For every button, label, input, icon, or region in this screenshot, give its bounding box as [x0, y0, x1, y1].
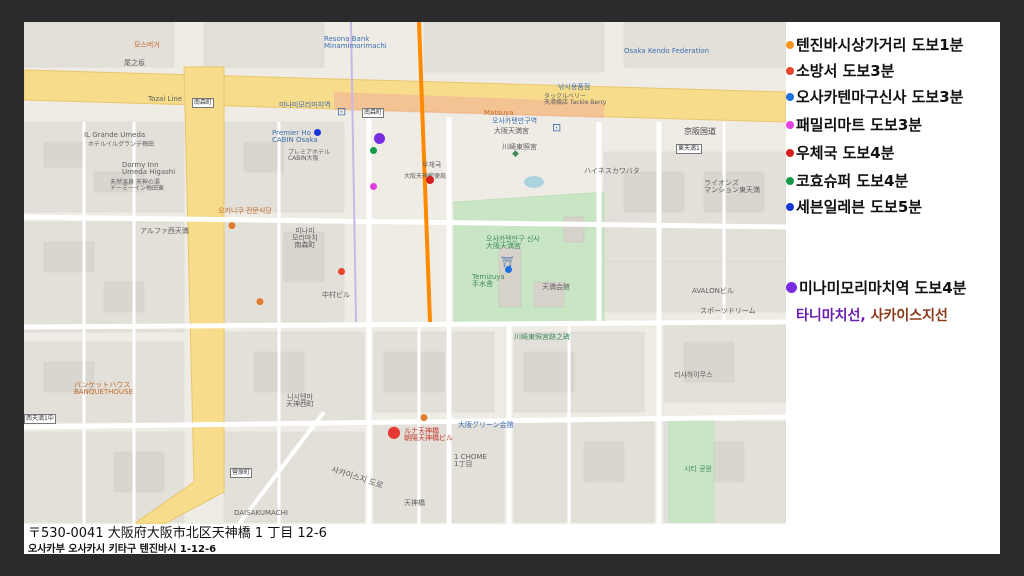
poi-avalon: AVALONビル — [692, 287, 734, 295]
legend-item-shopping-street: 텐진바시상가거리 도보1분 — [786, 34, 963, 55]
poi-osaka-tenmangu-shrine[interactable]: 오사카텐만구 신사 大阪天満宮 — [486, 236, 540, 250]
poi-post-office-jp: 大阪天神郵便局 — [404, 173, 447, 180]
legend-text: 오사카텐마구신사 도보3분 — [796, 88, 964, 106]
legend-text: 미나미모리마치역 도보4분 — [799, 279, 967, 297]
legend-dot-blue — [786, 92, 794, 101]
target-location-pin-icon[interactable]: ● — [387, 424, 401, 440]
poi-okuni[interactable]: 오키니쿠 전문식당 — [218, 208, 272, 215]
poi-post-office[interactable]: 우체국 — [422, 162, 441, 169]
legend-dot-purple — [786, 282, 797, 293]
poi-temizuya[interactable]: Temizuya 手水舎 — [472, 274, 505, 288]
poi-dormy-inn[interactable]: Dormy Inn Umeda Higashi — [122, 162, 175, 176]
label-daisakumachi: DAISAKUMACHI — [234, 509, 288, 517]
legend-text: 세븐일레븐 도보5분 — [796, 198, 923, 216]
legend-text: 우체국 도보4분 — [796, 144, 895, 162]
label-target-building[interactable]: ルナ天神橋 朝陽天神橋ビル — [404, 428, 453, 442]
poi-alpha: アルファ西天満 — [140, 227, 189, 235]
map-frame: 모스버거 Resona Bank Minamimorimachi Osaka K… — [24, 22, 1000, 554]
poi-green-kaikan: 大阪グリーン会館 — [458, 421, 514, 429]
marker-seven-eleven[interactable] — [314, 129, 321, 136]
legend-dot-green — [786, 176, 794, 185]
poi-dormy-inn-jp: 天然温泉 天神の湯 ドーミーイン梅田東 — [110, 179, 165, 192]
map-area[interactable]: 모스버거 Resona Bank Minamimorimachi Osaka K… — [24, 22, 786, 524]
poi-resona-bank[interactable]: Resona Bank Minamimorimachi — [324, 36, 387, 50]
poi-lions-mansion: ライオンズ マンション東天満 — [704, 179, 760, 194]
label-tenjinbashi: 天神橋 — [404, 499, 425, 507]
station-badge-minamimorimachi[interactable]: 南森町 — [192, 98, 215, 108]
legend-dot-red — [786, 148, 794, 157]
poi-premier-cabin[interactable]: Premier Ho CABIN Osaka — [272, 130, 318, 144]
subway-lines: 타니마치선, 사카이스지선 — [796, 305, 948, 325]
legend-panel: 텐진바시상가거리 도보1분 소방서 도보3분 오사카텐마구신사 도보3분 패밀리… — [786, 22, 1000, 554]
station-badge-minamimorimachi-2[interactable]: 南森町 — [362, 108, 385, 118]
legend-dot-magenta — [786, 120, 794, 129]
label-osaka-tenmangu-station[interactable]: 오사카텐만구역 — [492, 118, 537, 125]
marker-kohyo-super[interactable] — [370, 147, 377, 154]
poi-fishing-store[interactable]: 낚시용품점 — [558, 84, 590, 91]
legend-item-family-mart: 패밀리마트 도보3분 — [786, 114, 922, 135]
badge-nishitenma: 西天満1中 — [24, 414, 56, 424]
kawasaki-pin-icon[interactable]: ◆ — [512, 150, 519, 159]
legend-dot-dark-blue — [786, 202, 794, 211]
legend-item-tenmangu: 오사카텐마구신사 도보3분 — [786, 86, 963, 107]
restaurant-icon-2[interactable]: ● — [256, 298, 264, 307]
train-station-icon[interactable]: ⊡ — [337, 106, 346, 117]
marker-post-office[interactable] — [426, 176, 434, 184]
poi-matsuya[interactable]: Matsuya — [484, 110, 514, 117]
line-tozai: Tozai Line — [148, 95, 183, 103]
train-station-icon-2[interactable]: ⊡ — [552, 122, 561, 133]
poi-kawasaki-monument: 川崎東照宮跡之碑 — [514, 333, 570, 341]
marker-minamimorimachi-station[interactable] — [374, 133, 385, 144]
poi-banquet-house[interactable]: バンケットハウス BANQUETHOUSE — [74, 382, 133, 396]
badge-higashi-tenma: 東天満1 — [676, 144, 702, 154]
label-minamimorimachi-station[interactable]: 미나미모리마치역 — [279, 102, 331, 109]
poi-residence: 리샤하이무스 — [674, 371, 713, 379]
poi-tackle-berry: タックルベリー 天満橋店 Tackle Berry — [544, 93, 607, 106]
poi-moss-burger[interactable]: 모스버거 — [134, 42, 160, 49]
legend-item-minamimorimachi: 미나미모리마치역 도보4분 — [786, 277, 966, 298]
label-keihan-road: 京阪国道 — [684, 127, 716, 136]
marker-tenmangu-shrine[interactable] — [505, 266, 512, 273]
poi-il-grande-jp: ホテルイルグランデ梅田 — [88, 141, 155, 148]
legend-dot-red-orange — [786, 66, 794, 75]
poi-kendo-federation[interactable]: Osaka Kendo Federation — [624, 48, 709, 55]
legend-item-kohyo: 코효슈퍼 도보4분 — [786, 170, 908, 191]
poi-kawasaki: 川崎東照宮 — [502, 143, 537, 151]
legend-item-seven-eleven: 세븐일레븐 도보5분 — [786, 196, 922, 217]
poi-il-grande[interactable]: IL Grande Umeda — [84, 132, 145, 139]
legend-item-fire-station: 소방서 도보3분 — [786, 60, 894, 81]
marker-fire-station[interactable] — [338, 268, 345, 275]
poi-sport-dream: スポーツドリーム — [700, 307, 756, 315]
poi-onosaka: 尾之坂 — [124, 59, 145, 67]
restaurant-icon-3[interactable]: ● — [228, 222, 236, 231]
poi-tenma-kaikan: 天満会館 — [542, 283, 570, 291]
label-osaka-tenmangu-jp: 大阪天満宮 — [494, 127, 529, 135]
marker-family-mart[interactable] — [370, 183, 377, 190]
legend-text: 소방서 도보3분 — [796, 62, 895, 80]
legend-text: 코효슈퍼 도보4분 — [796, 172, 909, 190]
address-japanese: 〒530-0041 大阪府大阪市北区天神橋 1 丁目 12-6 — [28, 526, 327, 541]
poi-highness: ハイネスカワバタ — [584, 167, 640, 175]
badge-sugawara: 菅原町 — [230, 468, 253, 478]
label-minami-morimachi-area: 미나미 모리마치 南森町 — [292, 227, 318, 249]
legend-dot-orange — [786, 40, 794, 49]
legend-text: 텐진바시상가거리 도보1분 — [796, 36, 964, 54]
restaurant-icon[interactable]: ● — [420, 414, 428, 423]
label-1-chome: 1 CHOME 1丁目 — [454, 453, 487, 468]
poi-nakamura: 中村ビル — [322, 291, 350, 299]
line-sakaisuji: 사카이스지선 — [870, 308, 948, 324]
label-nishitenma-area: 니시텐마 天神西町 — [286, 393, 314, 408]
address-korean: 오사카부 오사카시 키타구 텐진바시 1-12-6 — [28, 544, 217, 554]
shrine-park — [453, 191, 605, 323]
map-graphics — [24, 22, 786, 524]
poi-city-park[interactable]: 시티 공원 — [684, 466, 712, 473]
poi-premier-cabin-jp: プレミアホテル CABIN大阪 — [288, 149, 331, 162]
legend-item-post-office: 우체국 도보4분 — [786, 142, 894, 163]
legend-text: 패밀리마트 도보3분 — [796, 116, 923, 134]
line-tanimachi: 타니마치선, — [796, 308, 866, 324]
